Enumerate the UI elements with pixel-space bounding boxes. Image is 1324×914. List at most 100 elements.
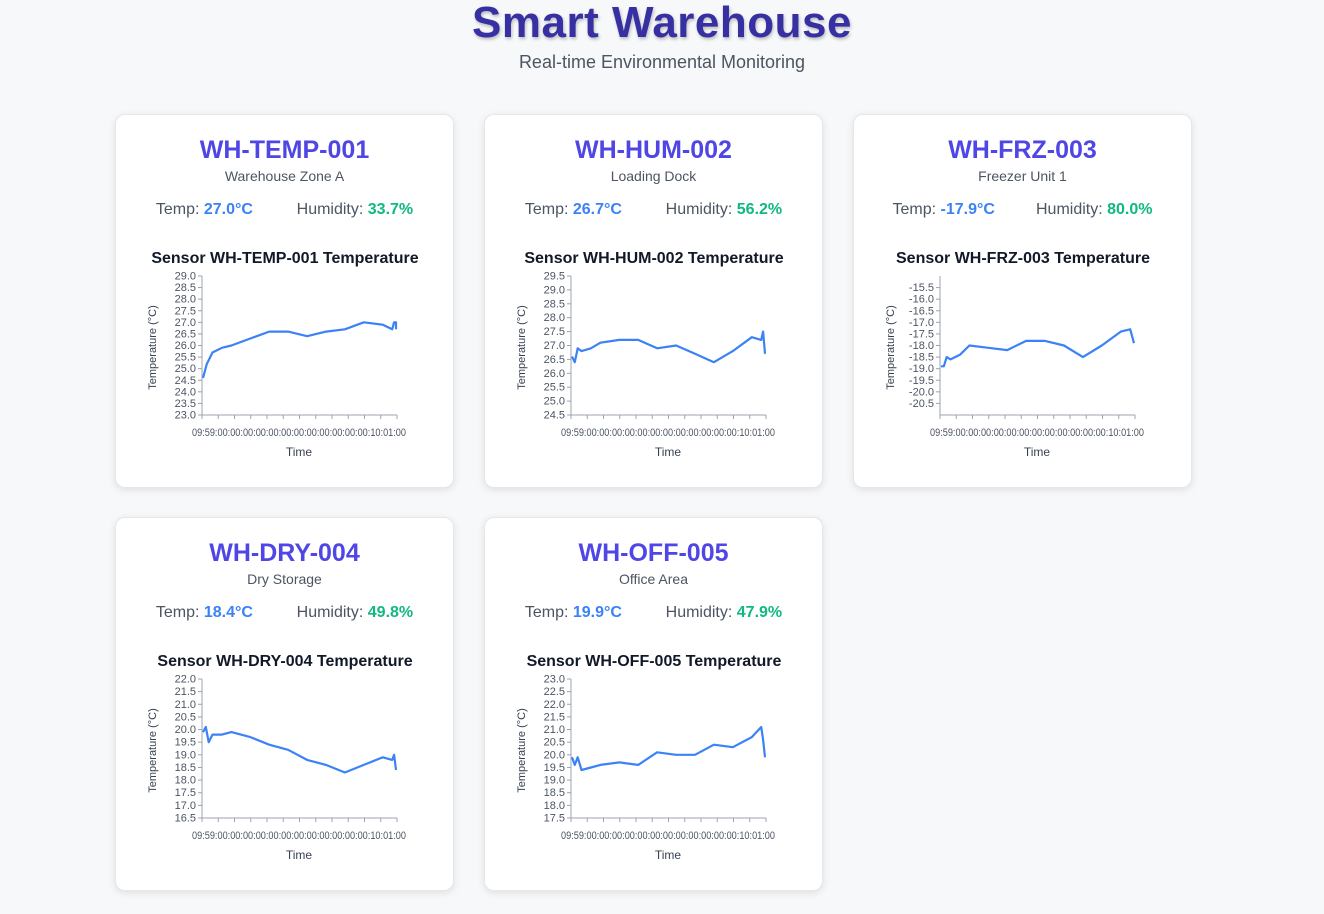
- temperature-chart: Sensor WH-FRZ-003 Temperature -15.5 -16.0-…: [854, 239, 1193, 479]
- y-tick-label: 27.5: [544, 326, 565, 338]
- sensor-readings: Temp: 18.4°C Humidity: 49.8%: [116, 604, 453, 622]
- y-tick-label: -17.5: [909, 328, 934, 340]
- y-tick-label: 20.0: [175, 724, 196, 736]
- sensor-id: WH-FRZ-003: [948, 136, 1097, 164]
- y-tick-label: -18.0: [909, 340, 934, 352]
- temp-value: 26.7°C: [572, 201, 622, 218]
- temp-value: -17.9°C: [940, 201, 995, 218]
- sensor-card: WH-FRZ-003 Freezer Unit 1 Temp: -17.9°C …: [853, 114, 1192, 488]
- humidity-value: 56.2%: [736, 201, 783, 218]
- humidity-reading: Humidity: 56.2%: [666, 201, 783, 219]
- temp-label: Temp:: [155, 201, 204, 218]
- sensor-readings: Temp: 27.0°C Humidity: 33.7%: [116, 201, 453, 219]
- temperature-line: [941, 328, 1136, 368]
- y-tick-label: 28.0: [175, 294, 196, 306]
- temp-reading: Temp: 19.9°C: [525, 604, 622, 622]
- y-tick-label: 25.0: [175, 363, 196, 375]
- y-tick-label: -16.5: [909, 305, 934, 317]
- y-tick-label: -20.5: [909, 398, 934, 410]
- y-tick-label: 19.0: [175, 749, 196, 761]
- y-tick-label: 20.5: [544, 737, 565, 749]
- y-tick-label: -15.5: [909, 282, 934, 294]
- y-tick-label: 25.5: [544, 382, 565, 394]
- humidity-label: Humidity:: [296, 604, 368, 621]
- sensor-location: Dry Storage: [247, 571, 322, 587]
- y-tick-label: 20.5: [175, 711, 196, 723]
- y-tick-label: 28.0: [544, 312, 565, 324]
- y-tick-label: 26.0: [175, 340, 196, 352]
- page-title: Smart Warehouse: [472, 0, 852, 47]
- y-tick-label: 27.0: [175, 317, 196, 329]
- y-tick-label: 17.5: [175, 787, 196, 799]
- sensor-id: WH-HUM-002: [575, 136, 732, 164]
- chart-svg: Sensor WH-TEMP-001 Temperature 29.028.528…: [147, 250, 419, 459]
- y-axis-label: Temperature (°C): [885, 305, 897, 389]
- y-tick-label: 25.5: [175, 352, 196, 364]
- temp-reading: Temp: -17.9°C: [893, 201, 995, 219]
- y-tick-label: 23.0: [175, 410, 196, 422]
- sensor-readings: Temp: 19.9°C Humidity: 47.9%: [485, 604, 822, 622]
- y-tick-label: 22.0: [544, 699, 565, 711]
- y-tick-label: 21.0: [175, 699, 196, 711]
- temperature-line: [201, 321, 398, 379]
- temp-label: Temp:: [524, 604, 573, 621]
- y-tick-label: -19.5: [909, 375, 934, 387]
- y-tick-label: 29.0: [175, 271, 196, 283]
- y-tick-label: 28.5: [175, 282, 196, 294]
- x-axis-label: Time: [655, 445, 682, 459]
- temperature-chart: Sensor WH-OFF-005 Temperature 23.0 22.5 22.…: [485, 642, 824, 882]
- chart-svg: Sensor WH-HUM-002 Temperature 29.529.0 28.…: [516, 250, 784, 459]
- y-tick-label: 27.0: [544, 340, 565, 352]
- humidity-label: Humidity:: [1035, 201, 1108, 218]
- page-subtitle: Real-time Environmental Monitoring: [518, 52, 806, 72]
- y-tick-label: 29.5: [544, 271, 565, 283]
- humidity-reading: Humidity: 33.7%: [297, 201, 414, 219]
- temp-label: Temp:: [524, 201, 573, 218]
- chart-title: Sensor WH-TEMP-001 Temperature: [151, 250, 418, 267]
- temp-reading: Temp: 26.7°C: [525, 201, 622, 219]
- y-tick-label: 19.0: [544, 775, 565, 787]
- y-axis-label: Temperature (°C): [147, 305, 159, 389]
- y-tick-label: 29.0: [544, 284, 565, 296]
- temp-label: Temp:: [155, 604, 204, 621]
- page-header: Smart Warehouse Real-time Environmental …: [0, 0, 1324, 73]
- y-tick-label: -19.0: [909, 363, 934, 375]
- y-tick-label: 26.0: [544, 368, 565, 380]
- y-tick-label: 20.0: [544, 749, 565, 761]
- y-tick-label: 26.5: [175, 328, 196, 340]
- chart-svg: Sensor WH-OFF-005 Temperature 23.022.522.…: [516, 653, 782, 862]
- sensor-card: WH-HUM-002 Loading Dock Temp: 26.7°C Hum…: [484, 114, 823, 488]
- sensor-card: WH-OFF-005 Office Area Temp: 19.9°C Humi…: [484, 517, 823, 891]
- sensor-location: Loading Dock: [610, 168, 697, 184]
- humidity-value: 33.7%: [367, 201, 414, 218]
- temp-reading: Temp: 18.4°C: [156, 604, 253, 622]
- x-axis-label: Time: [655, 848, 682, 862]
- y-axis-label: Temperature (°C): [516, 305, 528, 389]
- x-axis-label: Time: [1024, 445, 1051, 459]
- y-tick-label: 21.5: [544, 711, 565, 723]
- sensor-readings: Temp: 26.7°C Humidity: 56.2%: [485, 201, 822, 219]
- temp-label: Temp:: [892, 201, 941, 218]
- humidity-label: Humidity:: [665, 201, 737, 218]
- sensor-location: Warehouse Zone A: [224, 168, 345, 184]
- y-tick-label: -16.0: [909, 294, 934, 306]
- y-tick-label: 16.5: [175, 813, 196, 825]
- y-tick-label: 21.5: [175, 686, 196, 698]
- humidity-value: 47.9%: [736, 604, 783, 621]
- temperature-chart: Sensor WH-DRY-004 Temperature 22.0 21.5 21.…: [116, 642, 455, 882]
- humidity-label: Humidity:: [665, 604, 737, 621]
- sensor-id: WH-OFF-005: [578, 539, 729, 567]
- y-tick-label: -20.0: [909, 386, 934, 398]
- temp-value: 27.0°C: [203, 201, 253, 218]
- temperature-line: [570, 725, 767, 772]
- y-tick-label: 17.5: [544, 813, 565, 825]
- humidity-label: Humidity:: [296, 201, 368, 218]
- chart-title: Sensor WH-FRZ-003 Temperature: [896, 250, 1150, 267]
- sensor-location: Freezer Unit 1: [978, 168, 1067, 184]
- y-tick-label: 22.5: [544, 686, 565, 698]
- y-tick-label: -18.5: [909, 352, 934, 364]
- y-tick-label: 27.5: [175, 305, 196, 317]
- temp-value: 19.9°C: [572, 604, 622, 621]
- sensor-readings: Temp: -17.9°C Humidity: 80.0%: [854, 201, 1191, 219]
- y-tick-label: -17.0: [909, 317, 934, 329]
